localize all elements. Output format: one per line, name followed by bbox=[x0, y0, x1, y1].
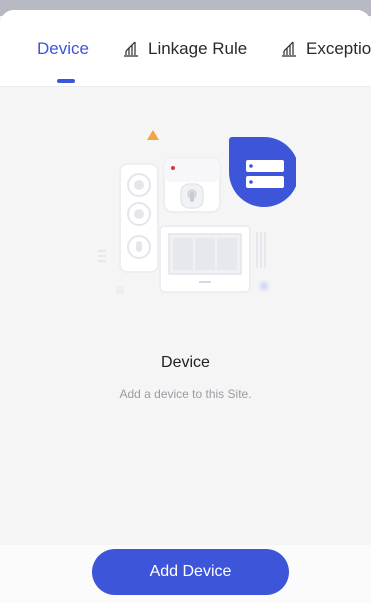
tab-exception-label: Exceptio bbox=[306, 39, 371, 58]
empty-state-title: Device bbox=[161, 354, 210, 371]
tab-linkage-rule-label: Linkage Rule bbox=[148, 39, 248, 58]
empty-state-subtitle: Add a device to this Site. bbox=[119, 387, 252, 401]
device-group-illustration bbox=[98, 130, 296, 294]
screen: Device Linkage Rule Exceptio Device Add … bbox=[0, 0, 371, 603]
tab-bar: Device Linkage Rule Exceptio bbox=[0, 10, 371, 87]
tab-exception[interactable]: Exceptio bbox=[280, 36, 371, 62]
tab-linkage-rule[interactable]: Linkage Rule bbox=[122, 36, 247, 62]
active-tab-indicator bbox=[57, 79, 75, 83]
bottom-sheet: Device Linkage Rule Exceptio Device Add … bbox=[0, 10, 371, 603]
signal-bars-icon bbox=[124, 41, 138, 57]
warning-triangle-icon bbox=[147, 130, 159, 140]
tab-device-label: Device bbox=[37, 39, 89, 58]
add-device-button[interactable]: Add Device bbox=[92, 549, 289, 595]
signal-bars-icon bbox=[282, 41, 296, 57]
tab-device[interactable]: Device bbox=[37, 36, 89, 62]
